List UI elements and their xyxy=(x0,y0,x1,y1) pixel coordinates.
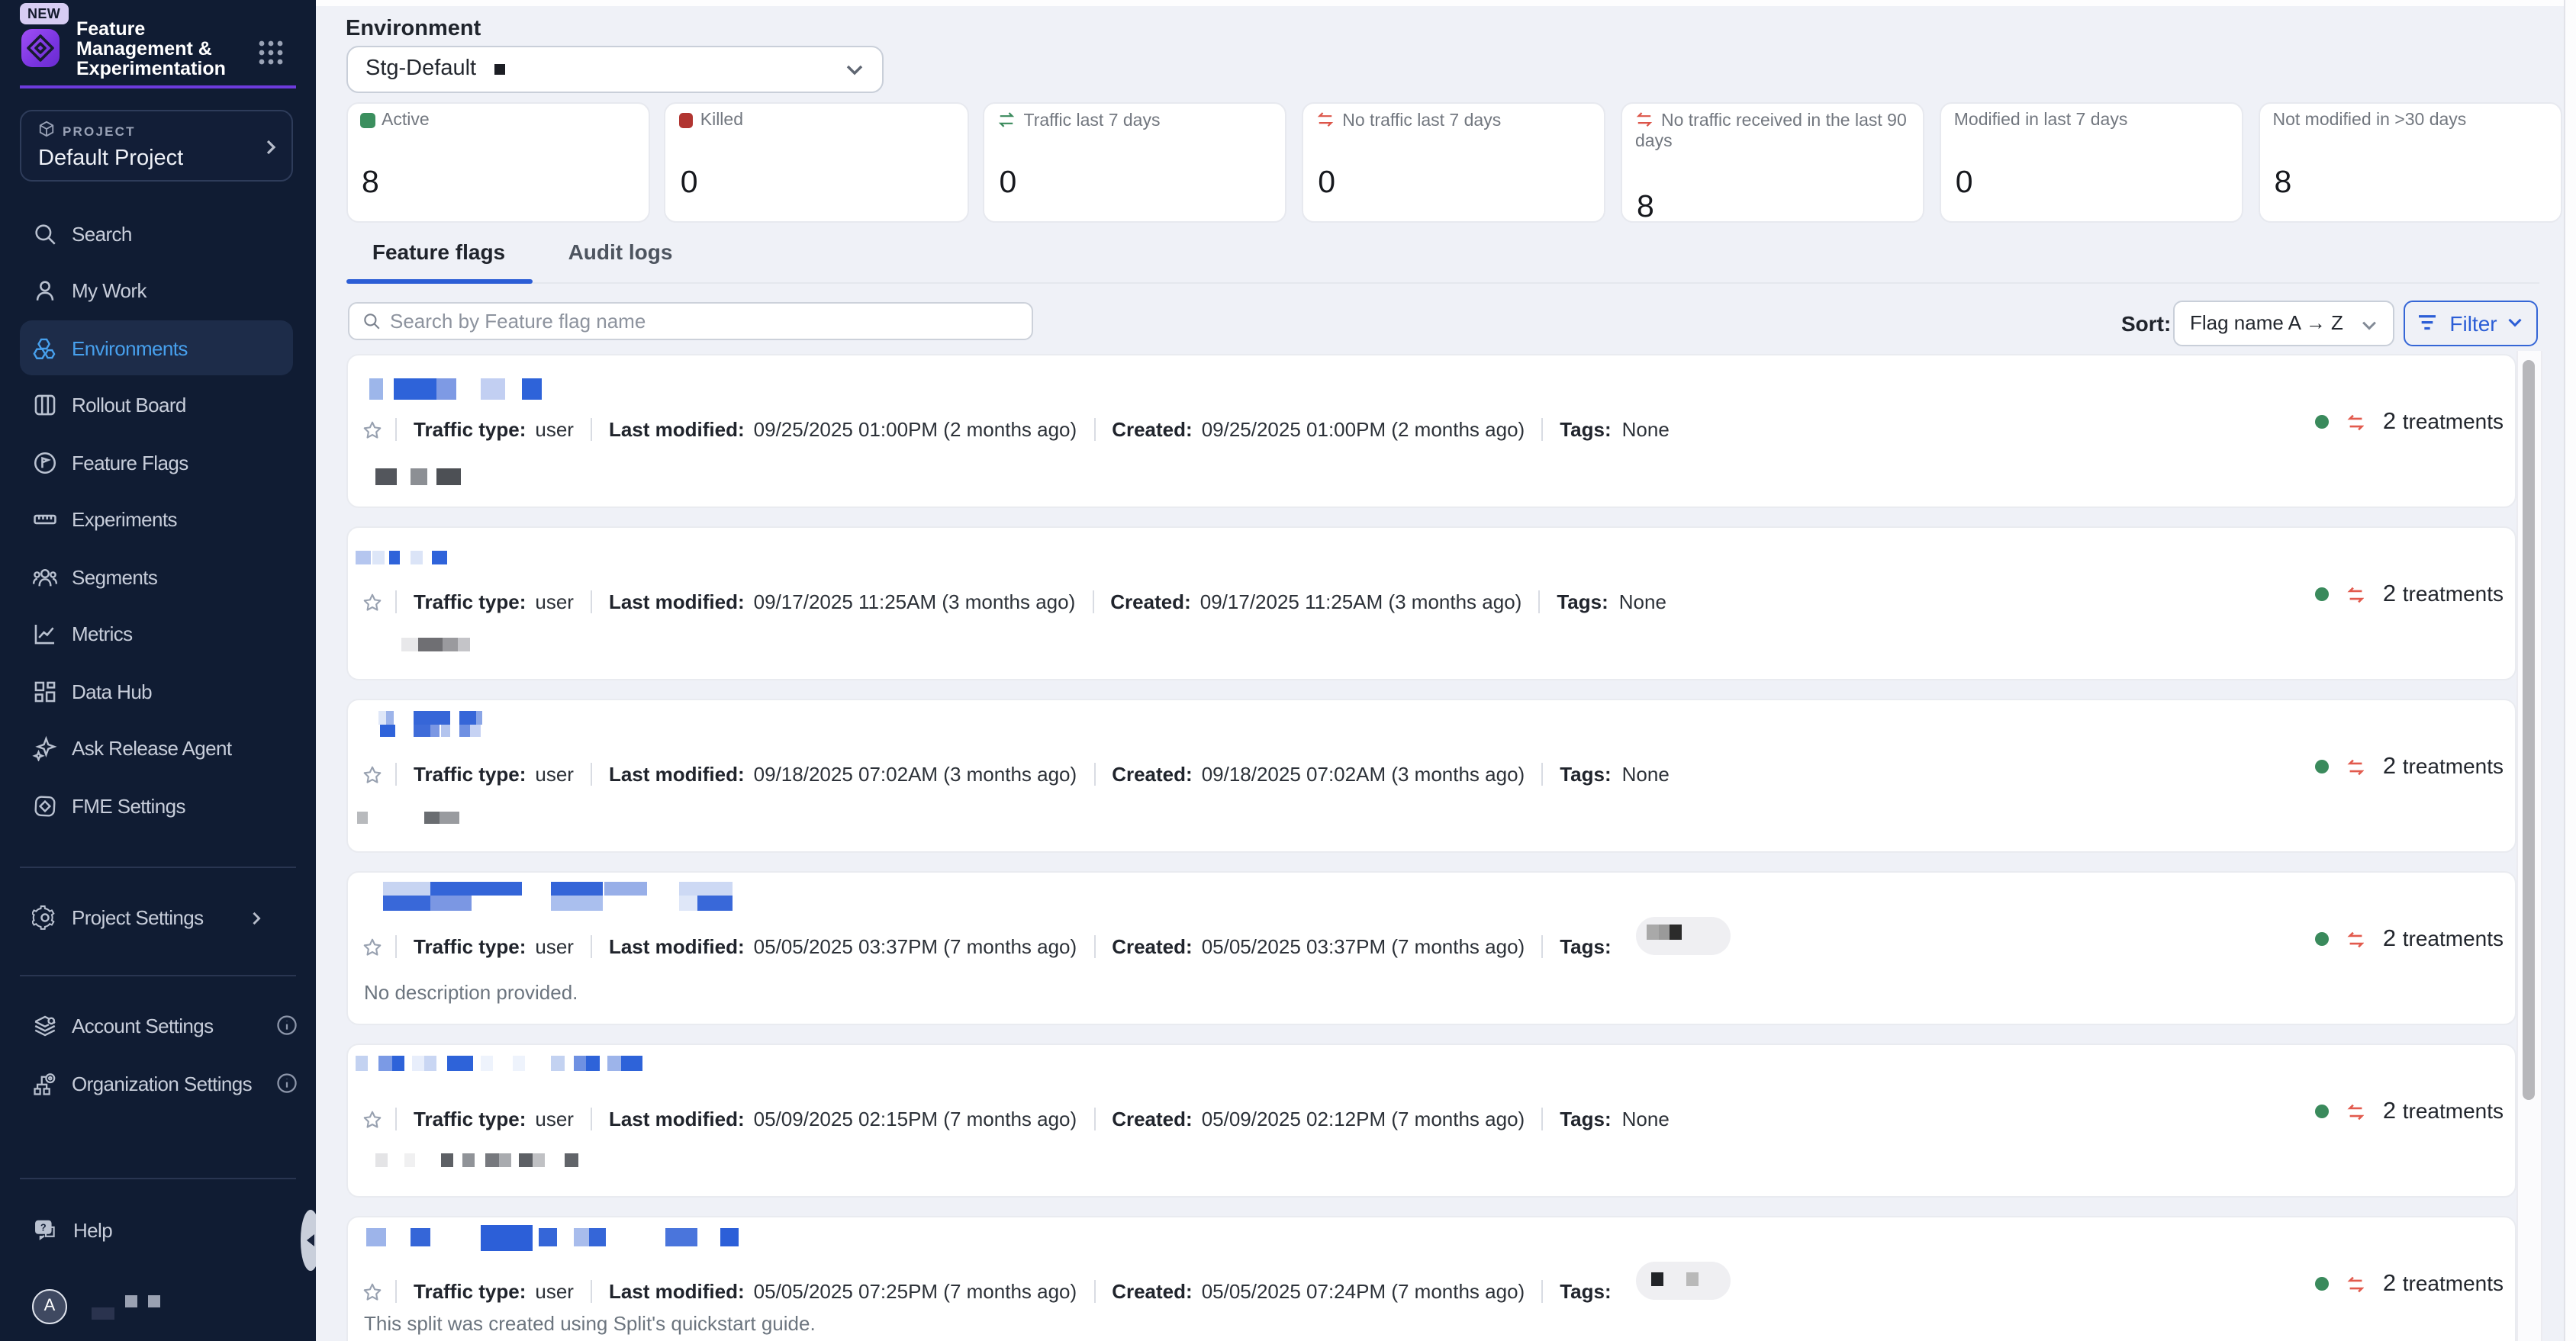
svg-text:?: ? xyxy=(40,1220,47,1232)
